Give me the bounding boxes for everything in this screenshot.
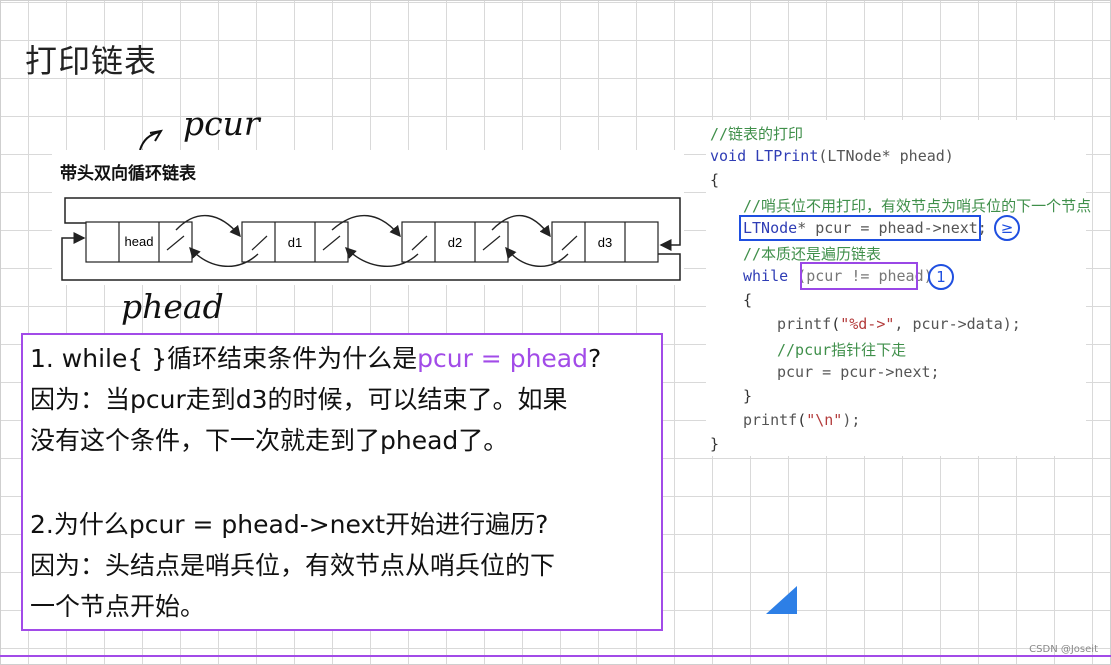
node-d1: d1	[241, 221, 349, 263]
corner-triangle-icon[interactable]	[766, 586, 797, 614]
code-printf2-str: "\n"	[806, 411, 843, 429]
node-label-d2: d2	[448, 235, 462, 250]
watermark: CSDN @Joseit	[1029, 644, 1098, 655]
code-inner-close: }	[743, 387, 753, 405]
bottom-divider	[0, 655, 1111, 657]
code-inner-open: {	[743, 291, 753, 309]
annotation-circle-ge: ≥	[994, 215, 1020, 241]
node-label-d1: d1	[288, 235, 302, 250]
note-line-5: 因为：头结点是哨兵位，有效节点从哨兵位的下	[30, 551, 556, 580]
code-open-brace: {	[710, 171, 720, 189]
linked-list-diagram: head d1 d2 d3 带头双向循环链表	[52, 150, 684, 285]
code-advance: pcur = pcur->next;	[777, 363, 940, 381]
node-label-d3: d3	[598, 235, 612, 250]
diagram-title: 带头双向循环链表	[60, 164, 196, 184]
code-fn-name: LTPrint	[755, 147, 819, 165]
node-d2: d2	[401, 221, 509, 263]
note-line-1-prefix: 1. while{ }循环结束条件为什么是	[30, 344, 418, 373]
note-line-4: 2.为什么pcur = phead->next开始进行遍历?	[30, 510, 549, 539]
note-line-1-suffix: ?	[588, 344, 602, 373]
code-printf2-fn: printf	[743, 411, 798, 429]
code-comment-sentinel: //哨兵位不用打印，有效节点为哨兵位的下一个节点	[743, 197, 1092, 215]
note-line-1-highlight: pcur = phead	[417, 344, 588, 373]
code-signature: void LTPrint(LTNode* phead)	[710, 147, 954, 165]
notes-box: 1. while{ }循环结束条件为什么是pcur = phead? 因为：当p…	[21, 333, 663, 631]
code-params: (LTNode* phead)	[818, 147, 954, 165]
pcur-handwritten-label: pcur	[183, 104, 260, 143]
node-head: head	[85, 221, 193, 263]
code-comment-essence: //本质还是遍历链表	[743, 245, 882, 263]
highlight-box-blue	[739, 215, 981, 241]
code-comment-move: //pcur指针往下走	[777, 341, 907, 359]
code-printf-line: printf("%d->", pcur->data);	[777, 315, 1021, 333]
node-label-head: head	[125, 234, 154, 249]
code-printf-str: "%d->"	[840, 315, 895, 333]
code-ret-type: void	[710, 147, 747, 165]
node-d3: d3	[551, 221, 659, 263]
code-printf-newline: printf("\n");	[743, 411, 861, 429]
annotation-circle-one: 1	[928, 264, 954, 290]
note-line-1: 1. while{ }循环结束条件为什么是pcur = phead?	[30, 339, 601, 375]
code-close-brace: }	[710, 435, 720, 453]
note-line-2: 因为：当pcur走到d3的时候，可以结束了。如果	[30, 385, 568, 414]
code-printf-fn: printf	[777, 315, 832, 333]
code-printf-rest: , pcur->data);	[894, 315, 1021, 333]
code-comment-header: //链表的打印	[710, 125, 804, 143]
note-line-6: 一个节点开始。	[30, 592, 206, 621]
highlight-box-purple	[800, 262, 918, 290]
code-while-kw: while	[743, 267, 789, 285]
note-line-3: 没有这个条件，下一次就走到了phead了。	[30, 426, 509, 455]
phead-handwritten-label: phead	[121, 287, 224, 326]
code-printf2-rest: );	[842, 411, 861, 429]
